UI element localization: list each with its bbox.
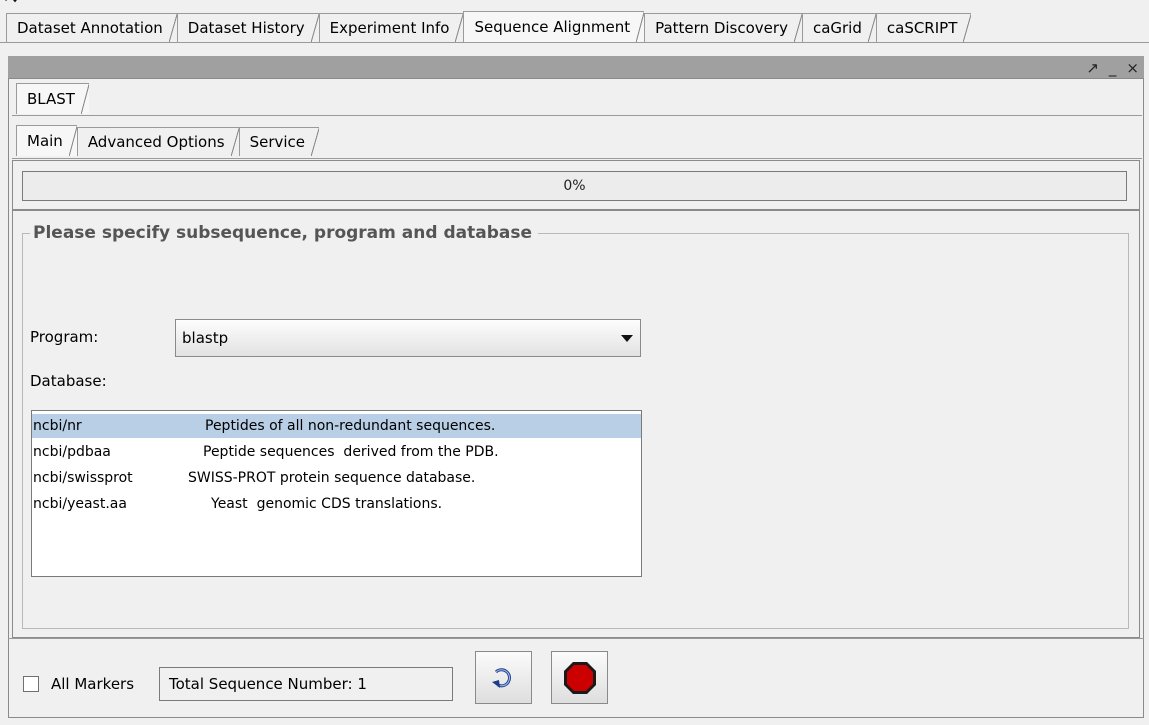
database-list-item[interactable]: ncbi/yeast.aa Yeast genomic CDS translat… (32, 492, 641, 516)
database-name: ncbi/nr (33, 418, 82, 434)
database-description: SWISS-PROT protein sequence database. (188, 470, 476, 486)
refresh-button[interactable] (475, 651, 532, 704)
all-markers-checkbox[interactable] (23, 676, 39, 692)
tab-blast[interactable]: BLAST (16, 83, 89, 114)
database-name: ncbi/yeast.aa (33, 496, 127, 512)
group-title: Please specify subsequence, program and … (30, 222, 538, 244)
app-glyph-icon (5, 0, 17, 3)
panel-title-bar (8, 56, 1144, 78)
tab-pattern-discovery[interactable]: Pattern Discovery (644, 13, 802, 42)
tab-service[interactable]: Service (238, 127, 320, 156)
database-description: Peptide sequences derived from the PDB. (203, 444, 499, 460)
program-label: Program: (30, 328, 99, 346)
progress-text: 0% (563, 178, 586, 194)
program-select[interactable]: blastp (175, 319, 641, 357)
stop-button[interactable] (551, 651, 608, 704)
window-controls: ↗ _ × (1086, 59, 1139, 77)
sequence-count-field: Total Sequence Number: 1 (159, 667, 453, 701)
database-name: ncbi/swissprot (33, 470, 133, 486)
progress-bar: 0% (22, 171, 1127, 201)
database-name: ncbi/pdbaa (33, 444, 111, 460)
database-list-item[interactable]: ncbi/nr Peptides of all non-redundant se… (32, 414, 641, 438)
database-list-item[interactable]: ncbi/pdbaa Peptide sequences derived fro… (32, 440, 641, 464)
tab-sequence-alignment[interactable]: Sequence Alignment (463, 11, 645, 42)
database-description: Yeast genomic CDS translations. (211, 496, 443, 512)
tool-tab-strip: BLAST (16, 83, 89, 114)
sub-tab-strip: Main Advanced Options Service (16, 125, 320, 156)
chevron-down-icon[interactable] (621, 335, 633, 342)
tab-dataset-history[interactable]: Dataset History (176, 13, 319, 42)
minimize-icon[interactable]: _ (1109, 59, 1117, 77)
database-list[interactable]: ncbi/nr Peptides of all non-redundant se… (31, 410, 642, 577)
sub-tab-divider (12, 158, 1142, 159)
bottom-divider (8, 638, 1144, 639)
stop-icon (563, 661, 596, 694)
refresh-icon (491, 667, 511, 688)
tool-tab-divider (12, 115, 1142, 116)
tab-cascript[interactable]: caSCRIPT (875, 13, 972, 42)
top-tab-strip: Dataset Annotation Dataset History Exper… (6, 11, 972, 42)
close-icon[interactable]: × (1126, 59, 1139, 77)
database-description: Peptides of all non-redundant sequences. (205, 418, 496, 434)
tab-main[interactable]: Main (16, 125, 77, 156)
database-label: Database: (30, 372, 107, 390)
tab-experiment-info[interactable]: Experiment Info (318, 13, 464, 42)
maximize-icon[interactable]: ↗ (1086, 59, 1099, 77)
tab-advanced-options[interactable]: Advanced Options (76, 127, 239, 156)
all-markers-label: All Markers (51, 675, 135, 693)
tab-divider (0, 42, 1149, 43)
database-list-item[interactable]: ncbi/swissprot SWISS-PROT protein sequen… (32, 466, 641, 490)
tab-dataset-annotation[interactable]: Dataset Annotation (6, 13, 177, 42)
program-select-value: blastp (182, 329, 229, 347)
tab-cagrid[interactable]: caGrid (801, 13, 876, 42)
